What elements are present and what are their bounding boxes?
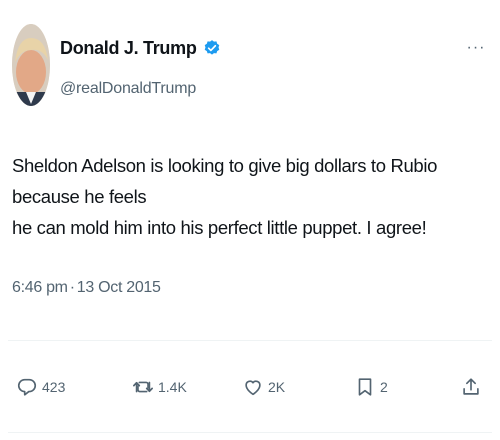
share-icon [460,376,482,398]
timestamp-separator: · [69,279,75,296]
bookmark-button[interactable]: 2 [354,372,388,402]
reply-button[interactable]: 423 [16,372,65,402]
display-name[interactable]: Donald J. Trump [60,38,197,59]
avatar-image [12,24,50,106]
tweet-text-line: Sheldon Adelson is looking to give big d… [12,155,438,207]
tweet-card: Donald J. Trump @realDonaldTrump ··· She… [0,0,500,440]
name-row: Donald J. Trump [60,36,221,60]
bookmark-count: 2 [380,379,388,395]
retweet-count: 1.4K [158,379,187,395]
avatar[interactable] [12,24,50,106]
share-button[interactable] [460,372,482,402]
user-handle[interactable]: @realDonaldTrump [60,80,196,98]
tweet-time: 6:46 pm [12,279,68,296]
more-options-button[interactable]: ··· [462,38,490,58]
reply-count: 423 [42,379,66,395]
tweet-text: Sheldon Adelson is looking to give big d… [12,150,492,243]
bookmark-icon [354,376,376,398]
tweet-timestamp[interactable]: 6:46 pm · 13 Oct 2015 [12,279,161,297]
tweet-text-line: he can mold him into his perfect little … [12,217,427,238]
divider [8,340,492,341]
divider [8,432,492,433]
tweet-date: 13 Oct 2015 [76,279,161,296]
like-button[interactable]: 2K [242,372,285,402]
reply-icon [16,376,38,398]
retweet-icon [132,376,154,398]
like-count: 2K [268,379,286,395]
verified-badge-icon [203,39,221,57]
retweet-button[interactable]: 1.4K [132,372,187,402]
heart-icon [242,376,264,398]
